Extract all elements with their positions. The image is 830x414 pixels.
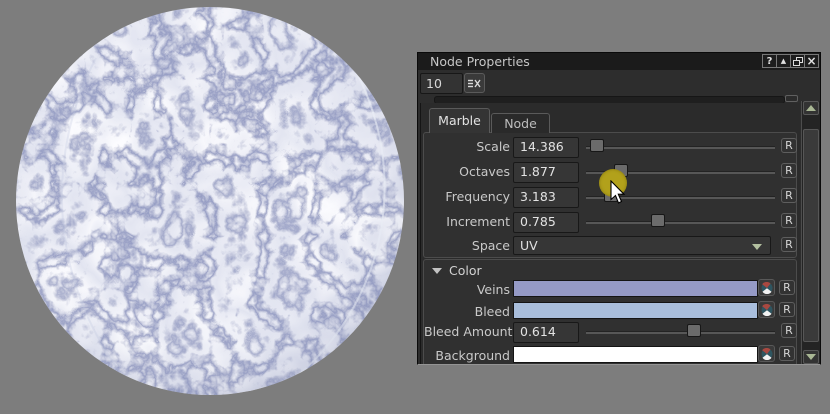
space-label: Space	[424, 238, 510, 253]
scroll-down-button[interactable]	[803, 350, 819, 364]
veins-reset-button[interactable]: R	[779, 280, 795, 295]
scale-input[interactable]: 14.386	[513, 137, 579, 158]
color-wheel-icon	[761, 304, 773, 316]
tab-marble[interactable]: Marble	[429, 108, 490, 133]
restore-icon	[793, 57, 803, 66]
slider-handle[interactable]	[687, 324, 701, 337]
bleed-color-swatch[interactable]	[513, 302, 758, 319]
tab-node[interactable]: Node	[491, 113, 550, 133]
scale-slider[interactable]	[585, 137, 776, 155]
veins-color-swatch[interactable]	[513, 280, 758, 297]
close-button[interactable]: ×	[804, 54, 819, 68]
frequency-input[interactable]: 3.183	[513, 187, 579, 208]
triangle-up-icon: ▲	[781, 57, 786, 65]
background-color-picker-button[interactable]	[758, 345, 775, 362]
bleed-amount-input[interactable]: 0.614	[513, 322, 579, 343]
slider-track	[586, 331, 775, 334]
triangle-down-icon	[806, 354, 816, 360]
bleed-color-picker-button[interactable]	[758, 301, 775, 318]
octaves-reset-button[interactable]: R	[781, 163, 797, 178]
help-button[interactable]: ?	[762, 54, 777, 68]
desktop-background: Node Properties ? ▲ × 10	[0, 0, 830, 410]
slider-handle[interactable]	[590, 139, 604, 152]
param-row-space: Space UV R	[424, 234, 796, 259]
frequency-label: Frequency	[424, 189, 510, 204]
bleed-label: Bleed	[424, 304, 510, 319]
space-reset-button[interactable]: R	[781, 237, 797, 252]
scale-label: Scale	[424, 139, 510, 154]
octaves-input[interactable]: 1.877	[513, 162, 579, 183]
param-row-background: Background R	[424, 344, 796, 364]
parameters-scroll-area: Marble Node Scale 14.386 R Octaves 1.877	[420, 103, 800, 364]
veins-label: Veins	[424, 282, 510, 297]
color-wheel-icon	[761, 282, 773, 294]
clear-list-icon	[468, 78, 481, 89]
restore-button[interactable]	[790, 54, 805, 68]
param-row-scale: Scale 14.386 R	[424, 135, 796, 160]
help-icon: ?	[767, 56, 773, 67]
bleed-amount-slider[interactable]	[585, 322, 776, 340]
frequency-reset-button[interactable]: R	[781, 188, 797, 203]
param-row-increment: Increment 0.785 R	[424, 210, 796, 235]
scrollbar-thumb[interactable]	[803, 129, 819, 342]
triangle-up-icon	[806, 105, 816, 111]
bleed-reset-button[interactable]: R	[779, 302, 795, 317]
scale-reset-button[interactable]: R	[781, 138, 797, 153]
close-icon: ×	[806, 54, 816, 68]
mouse-cursor	[609, 180, 627, 205]
color-section-header[interactable]: Color	[432, 263, 482, 278]
octaves-label: Octaves	[424, 164, 510, 179]
node-properties-panel: Node Properties ? ▲ × 10	[417, 52, 821, 365]
slider-track	[586, 221, 775, 224]
scroll-up-button[interactable]	[803, 101, 819, 115]
increment-slider[interactable]	[585, 212, 776, 230]
background-label: Background	[424, 348, 510, 363]
vertical-scrollbar[interactable]	[801, 101, 820, 364]
toolbar-number-input[interactable]: 10	[420, 73, 463, 94]
increment-reset-button[interactable]: R	[781, 213, 797, 228]
background-color-swatch[interactable]	[513, 346, 758, 363]
expand-button[interactable]: ▲	[776, 54, 791, 68]
panel-toolbar: 10	[418, 70, 820, 96]
titlebar-buttons: ? ▲ ×	[763, 54, 819, 68]
slider-handle[interactable]	[651, 214, 665, 227]
space-select[interactable]: UV	[513, 236, 771, 255]
param-row-bleed-amount: Bleed Amount 0.614 R	[424, 320, 796, 345]
color-wheel-icon	[761, 348, 773, 360]
veins-color-picker-button[interactable]	[758, 279, 775, 296]
triangle-down-icon	[432, 268, 442, 274]
color-section-title: Color	[449, 263, 482, 278]
bleed-amount-label: Bleed Amount	[424, 324, 510, 339]
increment-input[interactable]: 0.785	[513, 212, 579, 233]
space-selected-value: UV	[520, 238, 538, 253]
color-group: Color Veins R Bleed	[423, 259, 797, 364]
panel-title: Node Properties	[430, 54, 530, 69]
slider-track	[586, 146, 775, 149]
toolbar-clear-button[interactable]	[464, 73, 485, 93]
increment-label: Increment	[424, 214, 510, 229]
bleed-amount-reset-button[interactable]: R	[781, 323, 797, 338]
background-reset-button[interactable]: R	[779, 346, 795, 361]
chevron-down-icon	[752, 244, 762, 250]
horizontal-scrollbar-corner[interactable]	[785, 95, 798, 102]
panel-titlebar[interactable]: Node Properties ? ▲ ×	[418, 53, 820, 70]
